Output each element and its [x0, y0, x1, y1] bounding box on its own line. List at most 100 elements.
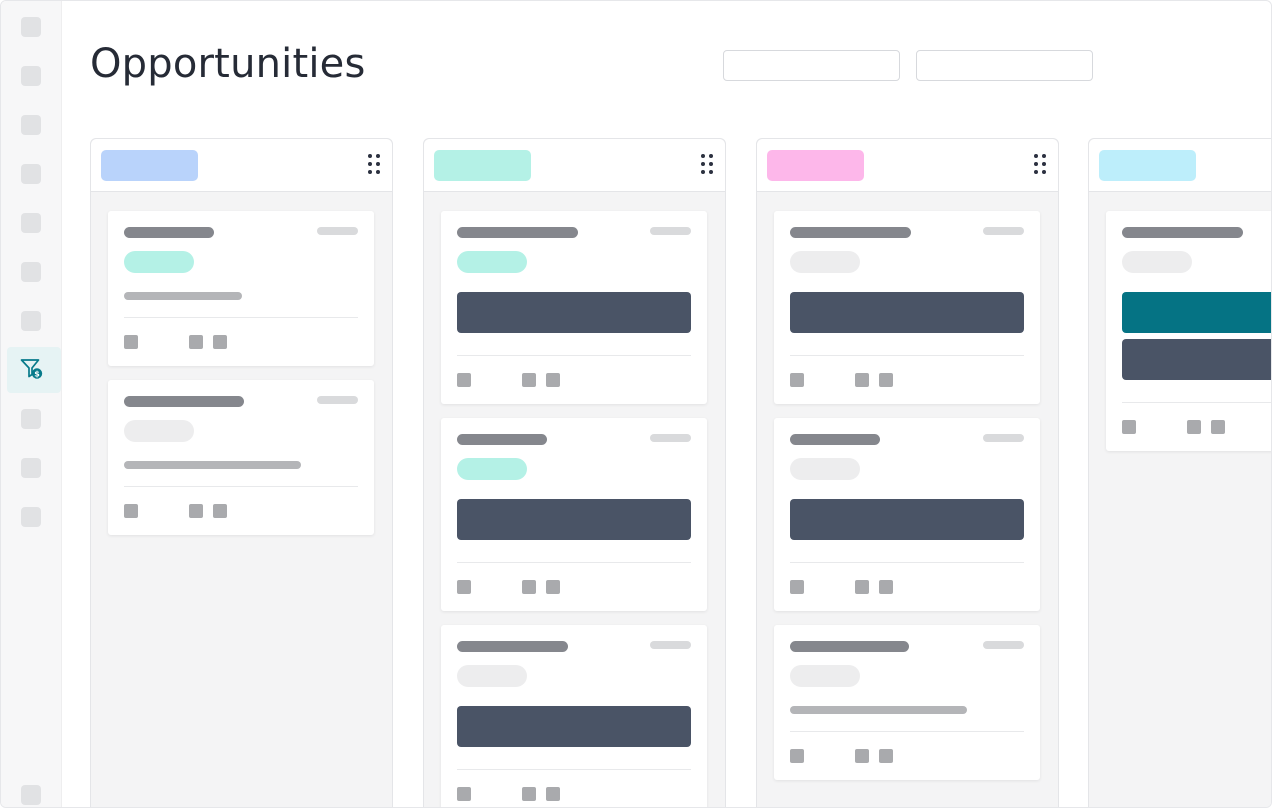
card-action-icon[interactable]	[124, 504, 138, 518]
drag-handle-icon[interactable]	[1034, 154, 1048, 176]
card-action-icon[interactable]	[213, 335, 227, 349]
column-stage-tag[interactable]	[1099, 150, 1196, 181]
column-stage-tag[interactable]	[434, 150, 531, 181]
card-action-icon[interactable]	[522, 787, 536, 801]
opportunity-card[interactable]	[1106, 211, 1271, 451]
filter-input-2[interactable]	[916, 50, 1093, 81]
status-badge	[1122, 251, 1192, 273]
card-action-icon[interactable]	[546, 373, 560, 387]
card-action-icon[interactable]	[790, 373, 804, 387]
card-text-placeholder	[790, 706, 967, 714]
card-action-icon[interactable]	[457, 787, 471, 801]
status-badge	[124, 251, 194, 273]
card-date-placeholder	[983, 434, 1024, 442]
sidebar-item-4[interactable]	[21, 164, 41, 184]
card-action-icon[interactable]	[213, 504, 227, 518]
sidebar-item-3[interactable]	[21, 115, 41, 135]
page-title: Opportunities	[90, 41, 366, 87]
opportunity-card[interactable]	[441, 418, 707, 611]
card-action-icon[interactable]	[790, 580, 804, 594]
card-value-block	[790, 499, 1024, 540]
sidebar-item-6[interactable]	[21, 262, 41, 282]
card-action-icon[interactable]	[546, 787, 560, 801]
sidebar-item-7[interactable]	[21, 311, 41, 331]
card-divider	[790, 731, 1024, 732]
opportunity-card[interactable]	[774, 418, 1040, 611]
card-action-icon[interactable]	[189, 335, 203, 349]
card-text-placeholder	[124, 292, 242, 300]
sidebar-item-1[interactable]	[21, 17, 41, 37]
sidebar-item-2[interactable]	[21, 66, 41, 86]
card-action-icon[interactable]	[457, 373, 471, 387]
card-action-icon[interactable]	[879, 749, 893, 763]
column-header	[757, 139, 1058, 192]
column-header	[1089, 139, 1271, 192]
sidebar-item-9[interactable]	[21, 409, 41, 429]
card-divider	[457, 355, 691, 356]
card-action-icon[interactable]	[879, 373, 893, 387]
sidebar: $	[1, 1, 62, 807]
card-divider	[124, 317, 358, 318]
opportunity-card[interactable]	[108, 380, 374, 535]
card-text-placeholder	[124, 461, 301, 469]
opportunity-card[interactable]	[441, 211, 707, 404]
card-action-icon[interactable]	[1211, 420, 1225, 434]
card-value-block	[1122, 339, 1271, 380]
status-badge	[457, 665, 527, 687]
sidebar-item-opportunities[interactable]: $	[7, 347, 61, 393]
card-date-placeholder	[650, 434, 691, 442]
card-action-icon[interactable]	[546, 580, 560, 594]
card-title-placeholder	[457, 227, 578, 238]
card-action-icon[interactable]	[855, 580, 869, 594]
card-value-block	[457, 292, 691, 333]
sidebar-item-11[interactable]	[21, 507, 41, 527]
column-stage-tag[interactable]	[767, 150, 864, 181]
card-title-placeholder	[790, 641, 909, 652]
status-badge	[790, 665, 860, 687]
card-divider	[790, 562, 1024, 563]
opportunity-card[interactable]	[774, 211, 1040, 404]
card-action-icon[interactable]	[189, 504, 203, 518]
pipeline-column-1	[90, 138, 393, 807]
pipeline-column-2	[423, 138, 726, 807]
app-window: $ Opportunities	[0, 0, 1272, 808]
card-action-icon[interactable]	[855, 373, 869, 387]
card-value-block	[790, 292, 1024, 333]
svg-text:$: $	[34, 370, 40, 379]
card-action-icon[interactable]	[879, 580, 893, 594]
card-title-placeholder	[124, 227, 214, 238]
pipeline-column-3	[756, 138, 1059, 807]
card-action-icon[interactable]	[522, 580, 536, 594]
card-divider	[457, 562, 691, 563]
card-highlight-block	[1122, 292, 1271, 333]
opportunity-card[interactable]	[441, 625, 707, 807]
column-stage-tag[interactable]	[101, 150, 198, 181]
card-divider	[1122, 402, 1271, 403]
status-badge	[790, 458, 860, 480]
opportunity-card[interactable]	[108, 211, 374, 366]
opportunity-card[interactable]	[774, 625, 1040, 780]
card-date-placeholder	[983, 641, 1024, 649]
card-title-placeholder	[124, 396, 244, 407]
status-badge	[124, 420, 194, 442]
card-action-icon[interactable]	[1187, 420, 1201, 434]
drag-handle-icon[interactable]	[701, 154, 715, 176]
card-value-block	[457, 706, 691, 747]
card-action-icon[interactable]	[457, 580, 471, 594]
card-action-icon[interactable]	[1122, 420, 1136, 434]
sidebar-item-5[interactable]	[21, 213, 41, 233]
filter-input-1[interactable]	[723, 50, 900, 81]
card-action-icon[interactable]	[790, 749, 804, 763]
column-header	[424, 139, 725, 192]
card-date-placeholder	[650, 227, 691, 235]
card-action-icon[interactable]	[124, 335, 138, 349]
sidebar-item-bottom[interactable]	[21, 785, 41, 805]
sidebar-item-10[interactable]	[21, 458, 41, 478]
drag-handle-icon[interactable]	[368, 154, 382, 176]
status-badge	[457, 458, 527, 480]
card-action-icon[interactable]	[855, 749, 869, 763]
card-title-placeholder	[790, 434, 880, 445]
card-title-placeholder	[1122, 227, 1243, 238]
card-action-icon[interactable]	[522, 373, 536, 387]
status-badge	[790, 251, 860, 273]
